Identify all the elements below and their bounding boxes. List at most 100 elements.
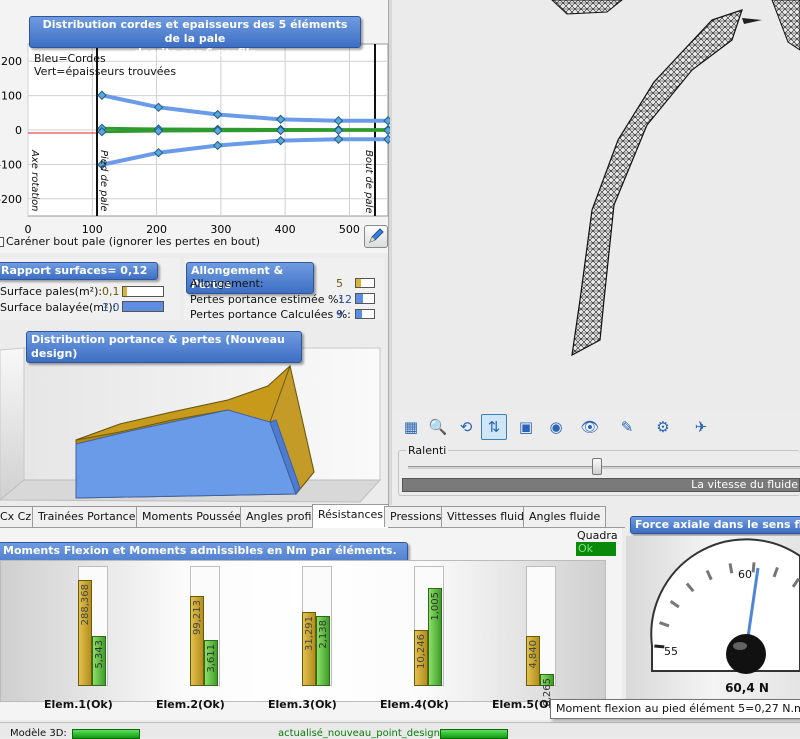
model-3d-label: Modèle 3D: xyxy=(10,728,67,739)
slider-label: Ralenti xyxy=(406,444,449,457)
tab-2[interactable]: Moments Poussées xyxy=(136,506,253,527)
move-icon: ⇅ xyxy=(487,418,501,436)
gear-view-icon: ⚙ xyxy=(656,418,670,436)
surface-swept-value: 1,0 xyxy=(102,301,120,314)
zoom-icon: 🔍 xyxy=(428,418,448,436)
gauge-tick xyxy=(728,563,734,574)
flexion-value: 5,343 xyxy=(94,640,105,669)
admissible-value: 10,246 xyxy=(416,634,427,669)
axis-rotation-label: Axe rotation xyxy=(29,150,40,212)
export-button[interactable]: ▣ xyxy=(513,414,539,440)
x-tick-label: 500 xyxy=(339,223,360,236)
rotate-icon: ⟲ xyxy=(459,418,473,436)
propeller-button[interactable]: ✈ xyxy=(688,414,714,440)
status-center-text: actualisé_nouveau_point_design xyxy=(278,728,440,739)
element-group: 31,291 2,138 Elem.3(Ok) xyxy=(268,566,337,711)
camera-icon: ◉ xyxy=(549,418,563,436)
gear-view-button[interactable]: ⚙ xyxy=(650,414,676,440)
lift-panel-title: Distribution portance & pertes (Nouveau … xyxy=(26,331,302,363)
status-center-indicator xyxy=(440,729,508,739)
ratio-panel-title: Rapport surfaces= 0,12 xyxy=(0,262,158,280)
element-group: 288,368 5,343 Elem.1(Ok) xyxy=(44,566,113,711)
element-label: Elem.1(Ok) xyxy=(44,698,113,711)
propeller-icon: ✈ xyxy=(694,418,708,436)
caret-checkbox-label: Caréner bout pale (ignorer les pertes en… xyxy=(6,235,261,248)
legend-green: Vert=épaisseurs trouvées xyxy=(34,65,177,78)
calculated-loss-row: Pertes portance Calculées %: 9 xyxy=(190,308,380,320)
y-tick-label: 100 xyxy=(1,90,22,103)
quadra-status: Ok xyxy=(576,542,616,556)
gauge-tick-60: 60 xyxy=(738,568,752,581)
surface-blades-label: Surface pales(m²): xyxy=(0,285,103,298)
flexion-value: 2,138 xyxy=(318,620,329,649)
surface-swept-label: Surface balayée(m²): xyxy=(0,301,117,314)
admissible-value: 99,213 xyxy=(192,600,203,635)
speed-progress-text: La vitesse du fluide xyxy=(691,478,798,491)
pencil-icon xyxy=(369,228,384,243)
blade-tip-label: Bout de pale xyxy=(363,150,374,214)
elongation-value: 5 xyxy=(336,277,343,289)
element-group: 4,840 0,265 Elem.5(Ok) xyxy=(492,566,561,711)
y-tick-label: -200 xyxy=(0,193,22,206)
elongation-row-1: Allongement: 5 xyxy=(190,277,380,289)
chord-chart-title: Distribution cordes et epaisseurs des 5 … xyxy=(29,16,361,59)
lift-3d-chart xyxy=(0,347,382,503)
gauge-tick xyxy=(751,562,756,573)
x-tick-label: 400 xyxy=(275,223,296,236)
move-button[interactable]: ⇅ xyxy=(481,414,507,440)
y-tick-label: 200 xyxy=(1,55,22,68)
tab-7[interactable]: Angles fluide xyxy=(523,506,607,527)
display-icon: ▦ xyxy=(403,418,419,436)
estimated-loss-value: 12 xyxy=(338,293,352,306)
admissible-value: 31,291 xyxy=(304,616,315,651)
display-button[interactable]: ▦ xyxy=(398,414,424,440)
elongation-label: Allongement: xyxy=(190,277,264,289)
series-line-3 xyxy=(101,128,389,134)
view-check-icon: 👁 xyxy=(580,418,600,436)
y-tick-label: 0 xyxy=(15,124,22,137)
gauge-tick-55: 55 xyxy=(664,645,678,658)
speed-slider-track[interactable] xyxy=(408,466,800,469)
tab-1[interactable]: Trainées Portances xyxy=(32,506,148,527)
y-tick-label: -100 xyxy=(0,158,22,171)
element-group: 99,213 3,611 Elem.2(Ok) xyxy=(156,566,225,711)
calculated-loss-label: Pertes portance Calculées %: xyxy=(190,308,351,320)
surface-blades-meter xyxy=(122,286,164,297)
chord-chart-title-line1: Distribution cordes et epaisseurs des 5 … xyxy=(42,18,348,45)
element-label: Elem.4(Ok) xyxy=(380,698,449,711)
admissible-value: 4,840 xyxy=(528,640,539,669)
surface-blades-value: 0,1 xyxy=(102,285,120,298)
speed-slider-thumb[interactable] xyxy=(592,458,602,475)
pen-icon: ✎ xyxy=(620,418,634,436)
estimated-loss-meter xyxy=(355,293,375,304)
tab-4[interactable]: Résistances xyxy=(312,504,390,528)
estimated-loss-label: Pertes portance estimée %: xyxy=(190,293,343,306)
tab-5[interactable]: Pressions xyxy=(384,506,448,527)
legend-blue: Bleu=Cordes xyxy=(34,52,106,65)
view-check-button[interactable]: 👁 xyxy=(577,414,603,440)
axial-force-title: Force axiale dans le sens fluide xyxy=(630,516,800,534)
moment-tooltip: Moment flexion au pied élément 5=0,27 N.… xyxy=(550,699,800,719)
element-label: Elem.2(Ok) xyxy=(156,698,225,711)
rotate-button[interactable]: ⟲ xyxy=(453,414,479,440)
calculated-loss-value: 9 xyxy=(336,308,343,320)
model-3d-indicator xyxy=(72,729,140,739)
calculated-loss-meter xyxy=(355,309,375,319)
blade-wireframe xyxy=(551,0,800,357)
pen-button[interactable]: ✎ xyxy=(614,414,640,440)
blade-foot-label: Pied de pale xyxy=(98,150,109,212)
quadra-label: Quadra xyxy=(577,529,618,542)
export-icon: ▣ xyxy=(518,418,534,436)
elongation-meter xyxy=(355,278,375,288)
flexion-value: 3,611 xyxy=(206,644,217,673)
caret-checkbox[interactable] xyxy=(0,237,4,247)
admissible-value: 288,368 xyxy=(80,584,91,626)
edit-chart-button[interactable] xyxy=(364,225,388,248)
surface-swept-meter xyxy=(122,301,164,312)
gauge-tick xyxy=(654,644,665,649)
flexion-value: 1,005 xyxy=(430,592,441,621)
gauge-value: 60,4 N xyxy=(725,681,769,695)
camera-button[interactable]: ◉ xyxy=(543,414,569,440)
element-group: 10,246 1,005 Elem.4(Ok) xyxy=(380,566,449,711)
zoom-button[interactable]: 🔍 xyxy=(425,414,451,440)
